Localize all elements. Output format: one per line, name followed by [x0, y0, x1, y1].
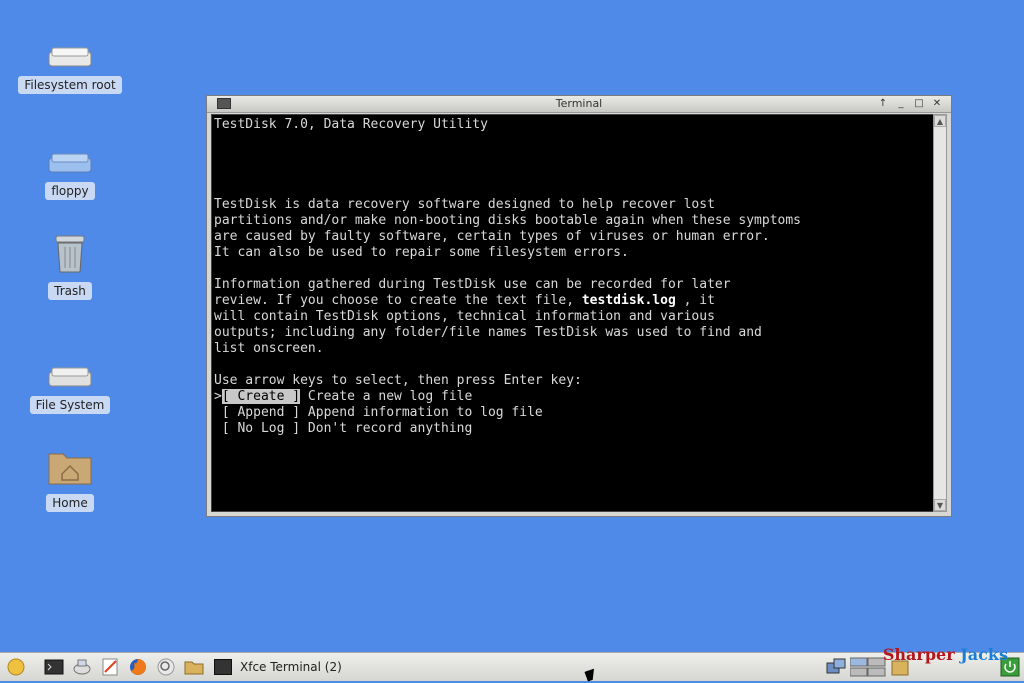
- terminal-line: [214, 261, 930, 277]
- terminal-text: , it: [675, 293, 715, 308]
- terminal-line: are caused by faulty software, certain t…: [214, 229, 770, 244]
- desktop-icon-label: floppy: [45, 182, 95, 200]
- create-option-button[interactable]: [ Create ]: [221, 389, 301, 404]
- terminal-line: partitions and/or make non-booting disks…: [214, 213, 801, 228]
- terminal-line: [214, 149, 930, 165]
- no-log-option-button[interactable]: [ No Log ]: [222, 421, 300, 436]
- floppy-icon: [46, 134, 94, 174]
- desktop-icon-filesystem-root[interactable]: Filesystem root: [18, 28, 122, 94]
- file-manager-launcher-icon[interactable]: [184, 657, 204, 677]
- menu-option-description: Don't record anything: [300, 421, 473, 436]
- firefox-icon[interactable]: [128, 657, 148, 677]
- applications-menu-icon[interactable]: [6, 657, 26, 677]
- watermark-text: Jacks: [960, 645, 1008, 664]
- terminal-scrollbar[interactable]: ▲ ▼: [933, 114, 947, 512]
- drive-icon: [46, 348, 94, 388]
- terminal-task-icon: [214, 659, 232, 675]
- drive-icon: [46, 28, 94, 68]
- terminal-window: Terminal ↑ _ □ ✕ TestDisk 7.0, Data Reco…: [206, 95, 952, 517]
- terminal-line: review. If you choose to create the text…: [214, 293, 930, 309]
- desktop-icon-home[interactable]: Home: [20, 446, 120, 512]
- desktop-icon-file-system[interactable]: File System: [20, 348, 120, 414]
- terminal-line: outputs; including any folder/file names…: [214, 325, 762, 340]
- maximize-button[interactable]: □: [911, 97, 927, 110]
- network-status-icon[interactable]: [826, 657, 846, 677]
- network-launcher-icon[interactable]: [72, 657, 92, 677]
- close-button[interactable]: ✕: [929, 97, 945, 110]
- menu-option-append[interactable]: [ Append ] Append information to log fil…: [214, 405, 930, 421]
- window-titlebar[interactable]: Terminal ↑ _ □ ✕: [207, 96, 951, 113]
- taskbar-task-label: Xfce Terminal (2): [240, 660, 342, 674]
- append-option-button[interactable]: [ Append ]: [222, 405, 300, 420]
- workspace-switcher-icon[interactable]: [849, 657, 886, 677]
- terminal-line: It can also be used to repair some files…: [214, 245, 629, 260]
- minimize-button[interactable]: _: [893, 97, 909, 110]
- desktop-icon-label: Trash: [48, 282, 92, 300]
- menu-option-create[interactable]: >[ Create ] Create a new log file: [214, 389, 930, 405]
- trash-icon: [46, 234, 94, 274]
- menu-option-description: Create a new log file: [300, 389, 473, 404]
- terminal-output[interactable]: TestDisk 7.0, Data Recovery Utility Test…: [211, 114, 935, 512]
- desktop-icon-floppy[interactable]: floppy: [20, 134, 120, 200]
- terminal-line: list onscreen.: [214, 341, 324, 356]
- home-folder-icon: [46, 446, 94, 486]
- terminal-line: [214, 133, 930, 149]
- terminal-line: Information gathered during TestDisk use…: [214, 277, 731, 292]
- search-launcher-icon[interactable]: [156, 657, 176, 677]
- taskbar: Xfce Terminal (2) Sharper Jacks: [0, 645, 1024, 681]
- taskbar-task-terminal[interactable]: Xfce Terminal (2): [214, 657, 342, 677]
- terminal-line: [214, 165, 930, 181]
- selection-marker: [214, 421, 222, 436]
- menu-option-no-log[interactable]: [ No Log ] Don't record anything: [214, 421, 930, 437]
- desktop-icon-label: Home: [46, 494, 94, 512]
- terminal-line: [214, 357, 930, 373]
- terminal-line: TestDisk is data recovery software desig…: [214, 197, 715, 212]
- terminal-line: will contain TestDisk options, technical…: [214, 309, 715, 324]
- menu-option-description: Append information to log file: [300, 405, 543, 420]
- scroll-up-icon[interactable]: ▲: [934, 115, 946, 127]
- scroll-down-icon[interactable]: ▼: [934, 499, 946, 511]
- terminal-line: [214, 181, 930, 197]
- desktop-icon-label: File System: [29, 396, 111, 414]
- terminal-line: TestDisk 7.0, Data Recovery Utility: [214, 117, 488, 132]
- desktop-icon-trash[interactable]: Trash: [20, 234, 120, 300]
- log-file-name: testdisk.log: [581, 293, 676, 308]
- watermark-logo: Sharper Jacks: [883, 645, 1008, 664]
- watermark-text: Sharper: [882, 645, 961, 664]
- terminal-launcher-icon[interactable]: [44, 657, 64, 677]
- selection-marker: [214, 405, 222, 420]
- window-title: Terminal: [555, 97, 603, 110]
- raise-window-button[interactable]: ↑: [875, 97, 891, 110]
- terminal-text: review. If you choose to create the text…: [214, 293, 575, 308]
- text-editor-launcher-icon[interactable]: [100, 657, 120, 677]
- selection-marker: >: [214, 389, 222, 404]
- terminal-line: Use arrow keys to select, then press Ent…: [214, 373, 582, 388]
- desktop-icon-label: Filesystem root: [18, 76, 122, 94]
